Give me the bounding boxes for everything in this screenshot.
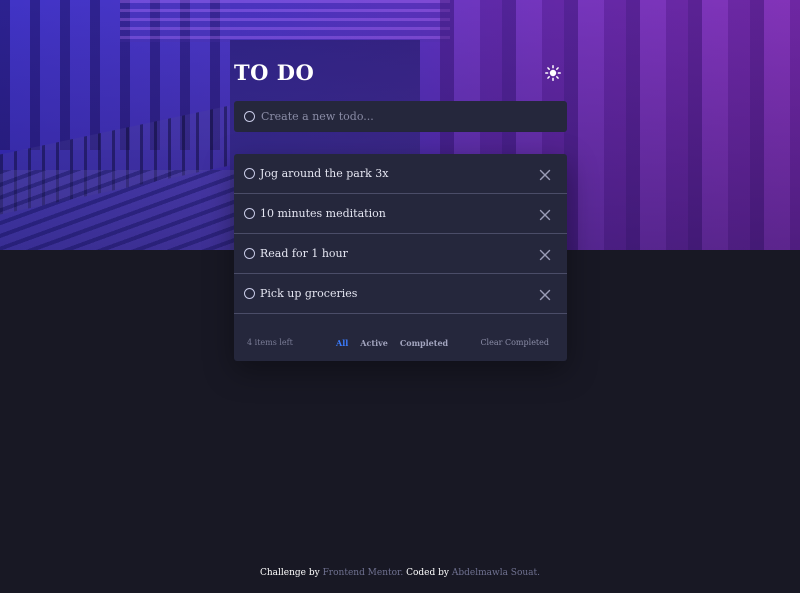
todo-text: Read for 1 hour: [260, 247, 348, 260]
close-icon[interactable]: [538, 287, 552, 301]
todo-item[interactable]: Pick up groceries: [234, 274, 567, 314]
clear-completed-button[interactable]: Clear Completed: [480, 338, 549, 347]
todo-item[interactable]: Jog around the park 3x: [234, 154, 567, 194]
attribution-prefix: Challenge by: [259, 568, 320, 578]
checkbox-circle-icon[interactable]: [244, 168, 255, 179]
checkbox-circle-icon: [244, 111, 255, 122]
list-footer: 4 items left All Active Completed Clear …: [234, 314, 567, 361]
page-title: TO DO: [234, 60, 315, 85]
checkbox-circle-icon[interactable]: [244, 248, 255, 259]
sun-icon[interactable]: [545, 65, 561, 81]
checkbox-circle-icon[interactable]: [244, 288, 255, 299]
todo-text: Pick up groceries: [260, 287, 358, 300]
attribution-middle: Coded by: [406, 568, 449, 578]
filter-all[interactable]: All: [336, 338, 348, 348]
close-icon[interactable]: [538, 207, 552, 221]
new-todo-bar: [234, 101, 567, 132]
todo-item[interactable]: Read for 1 hour: [234, 234, 567, 274]
filter-completed[interactable]: Completed: [400, 338, 448, 348]
items-left-count: 4 items left: [247, 338, 293, 347]
close-icon[interactable]: [538, 247, 552, 261]
todo-item[interactable]: 10 minutes meditation: [234, 194, 567, 234]
checkbox-circle-icon[interactable]: [244, 208, 255, 219]
todo-list: Jog around the park 3x 10 minutes medita…: [234, 154, 567, 361]
todo-text: 10 minutes meditation: [260, 207, 386, 220]
close-icon[interactable]: [538, 167, 552, 181]
app-header: TO DO: [234, 60, 567, 90]
new-todo-input[interactable]: [261, 110, 541, 123]
filter-active[interactable]: Active: [360, 338, 388, 348]
frontend-mentor-link[interactable]: Frontend Mentor.: [323, 568, 404, 578]
filter-group: All Active Completed: [336, 338, 448, 348]
todo-text: Jog around the park 3x: [260, 167, 389, 180]
attribution: Challenge by Frontend Mentor. Coded by A…: [0, 568, 800, 578]
author-link[interactable]: Abdelmawla Souat.: [452, 568, 540, 578]
